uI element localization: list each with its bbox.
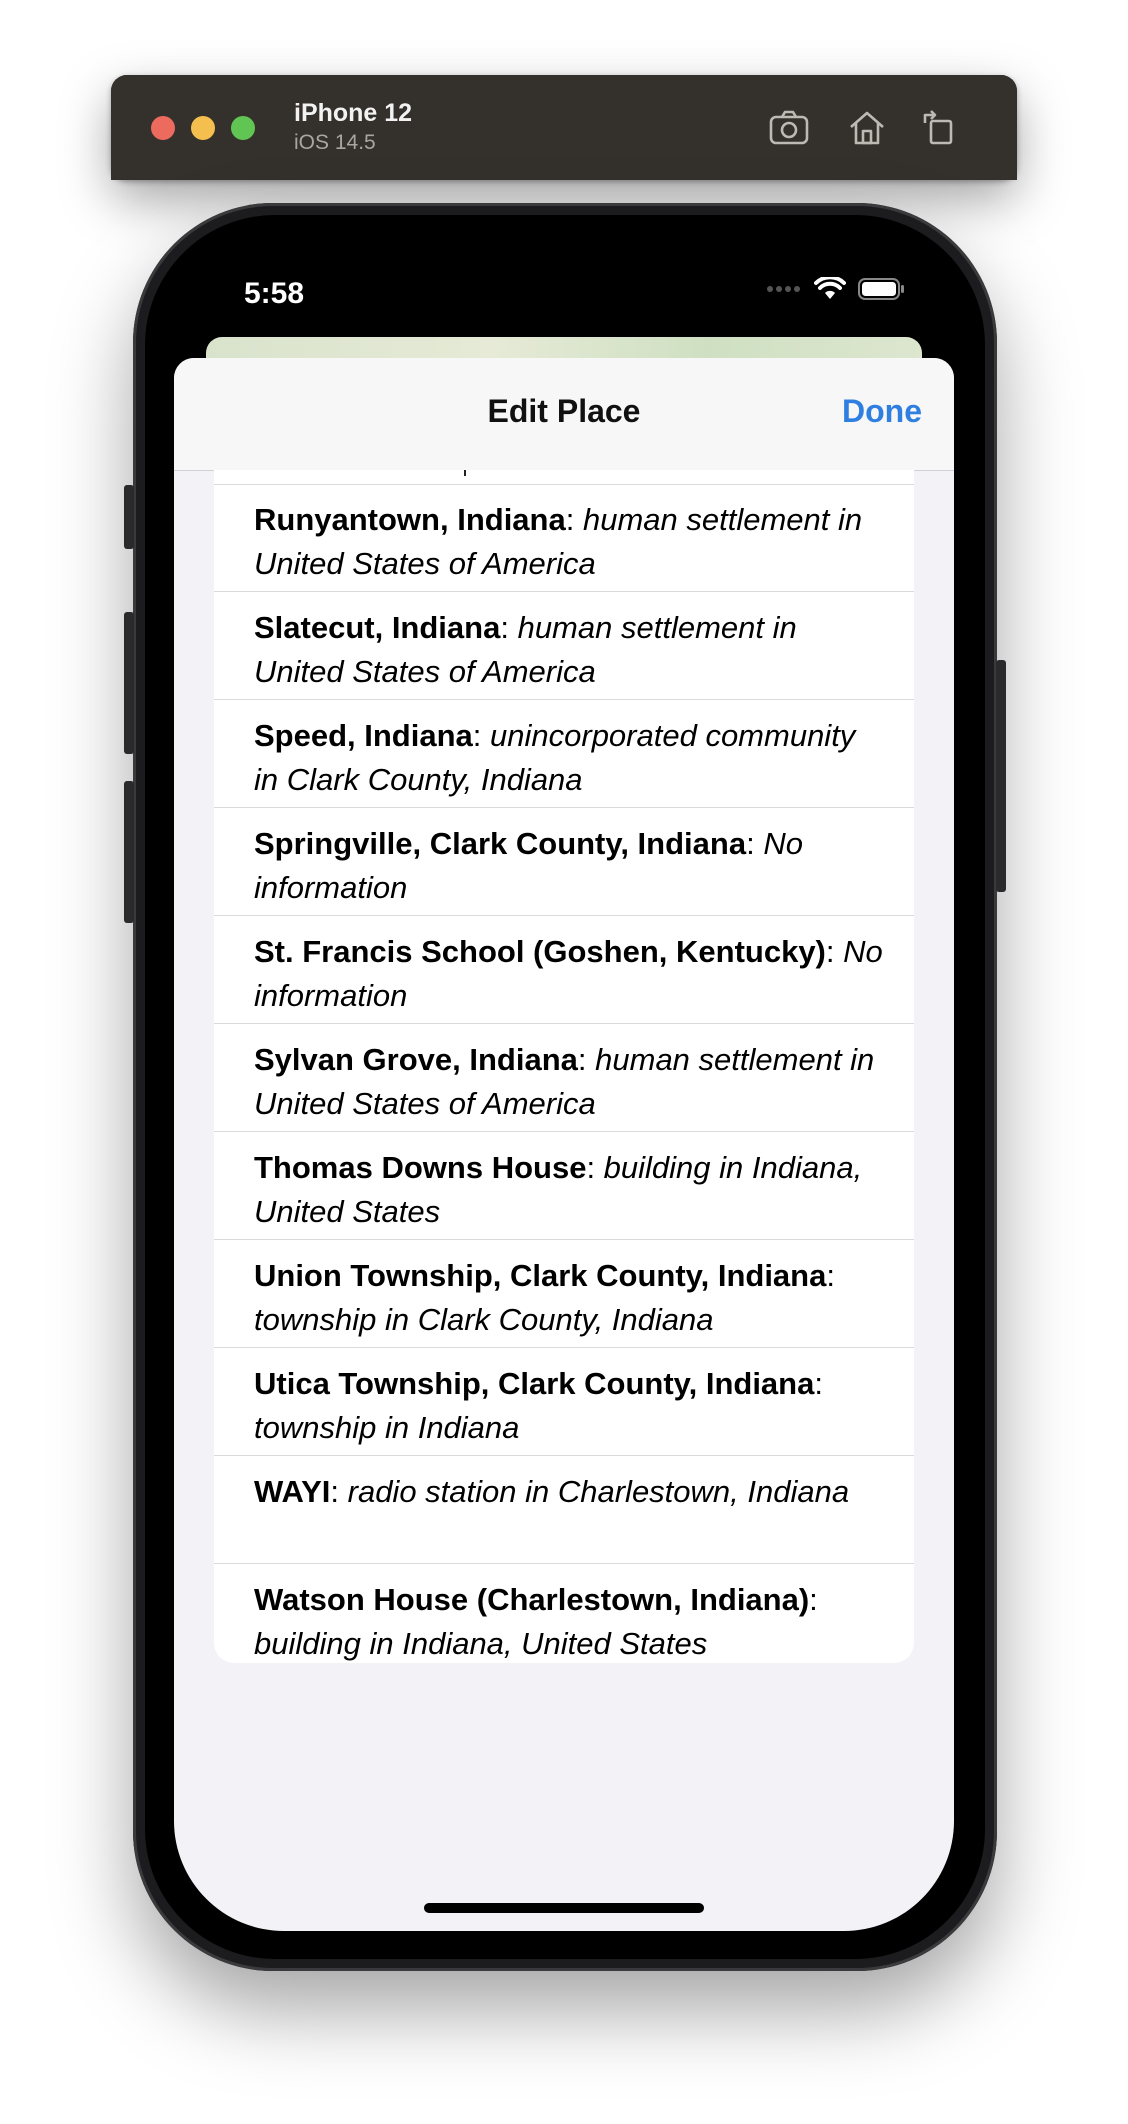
status-time: 5:58 — [244, 277, 305, 310]
cellular-icon — [767, 286, 800, 292]
navigation-bar: Edit Place Done — [174, 358, 954, 471]
simulator-titlebar: iPhone 12 iOS 14.5 — [111, 75, 1017, 180]
list-item[interactable]: WAYI: radio station in Charlestown, Indi… — [214, 1456, 914, 1564]
list-item[interactable]: Thomas Downs House: building in Indiana,… — [214, 1132, 914, 1240]
place-name: Sylvan Grove, Indiana — [254, 1042, 578, 1077]
place-name: Watson House (Charlestown, Indiana) — [254, 1582, 810, 1617]
close-window-button[interactable] — [151, 116, 175, 140]
volume-up-button — [124, 612, 134, 754]
place-name: Utica Township, Clark County, Indiana — [254, 1366, 815, 1401]
status-icons — [766, 277, 906, 301]
rotate-icon[interactable] — [917, 105, 963, 151]
place-name: Runyantown, Indiana — [254, 502, 566, 537]
place-separator: : — [586, 1150, 604, 1185]
place-description: township in Indiana — [254, 1410, 520, 1445]
screenshot-icon[interactable] — [766, 105, 812, 151]
list-item-partial — [214, 470, 914, 485]
phone-screen: 5:58 Edit Place Done Runyantown, Indiana… — [174, 243, 954, 1931]
place-separator: : — [826, 1258, 835, 1293]
list-item[interactable]: Runyantown, Indiana: human settlement in… — [214, 484, 914, 592]
zoom-window-button[interactable] — [231, 116, 255, 140]
place-name: Union Township, Clark County, Indiana — [254, 1258, 827, 1293]
place-name: Slatecut, Indiana — [254, 610, 501, 645]
mute-switch — [124, 485, 134, 549]
place-separator: : — [565, 502, 583, 537]
done-button[interactable]: Done — [842, 393, 922, 430]
place-description: building in Indiana, United States — [254, 1626, 708, 1661]
list-item[interactable]: St. Francis School (Goshen, Kentucky): N… — [214, 916, 914, 1024]
place-name: WAYI — [254, 1474, 331, 1509]
place-name: Speed, Indiana — [254, 718, 473, 753]
page-title: Edit Place — [487, 393, 641, 429]
battery-icon — [858, 278, 904, 300]
os-version: iOS 14.5 — [294, 131, 376, 154]
device-name: iPhone 12 — [294, 99, 413, 127]
place-name: St. Francis School (Goshen, Kentucky) — [254, 934, 826, 969]
place-separator: : — [500, 610, 518, 645]
home-icon[interactable] — [844, 105, 890, 151]
minimize-window-button[interactable] — [191, 116, 215, 140]
list-item[interactable]: Utica Township, Clark County, Indiana: t… — [214, 1348, 914, 1456]
place-description: township in Clark County, Indiana — [254, 1302, 714, 1337]
place-separator: : — [472, 718, 491, 753]
list-item[interactable]: Slatecut, Indiana: human settlement in U… — [214, 592, 914, 700]
place-name: Springville, Clark County, Indiana — [254, 826, 747, 861]
wifi-icon — [814, 277, 846, 299]
place-description: radio station in Charlestown, Indiana — [347, 1474, 850, 1509]
side-button — [996, 660, 1006, 892]
place-separator: : — [330, 1474, 348, 1509]
list-item[interactable]: Speed, Indiana: unincorporated community… — [214, 700, 914, 808]
list-item[interactable]: Springville, Clark County, Indiana: No i… — [214, 808, 914, 916]
place-name: Thomas Downs House — [254, 1150, 587, 1185]
place-separator: : — [809, 1582, 818, 1617]
volume-down-button — [124, 781, 134, 923]
places-list[interactable]: Runyantown, Indiana: human settlement in… — [214, 470, 914, 1663]
list-item[interactable]: Watson House (Charlestown, Indiana): bui… — [214, 1564, 914, 1663]
home-indicator[interactable] — [424, 1903, 704, 1913]
place-separator: : — [814, 1366, 823, 1401]
place-separator: : — [746, 826, 764, 861]
place-separator: : — [825, 934, 844, 969]
list-item[interactable]: Sylvan Grove, Indiana: human settlement … — [214, 1024, 914, 1132]
list-item[interactable]: Union Township, Clark County, Indiana: t… — [214, 1240, 914, 1348]
edit-place-sheet: Edit Place Done Runyantown, Indiana: hum… — [174, 358, 954, 1931]
place-separator: : — [577, 1042, 596, 1077]
